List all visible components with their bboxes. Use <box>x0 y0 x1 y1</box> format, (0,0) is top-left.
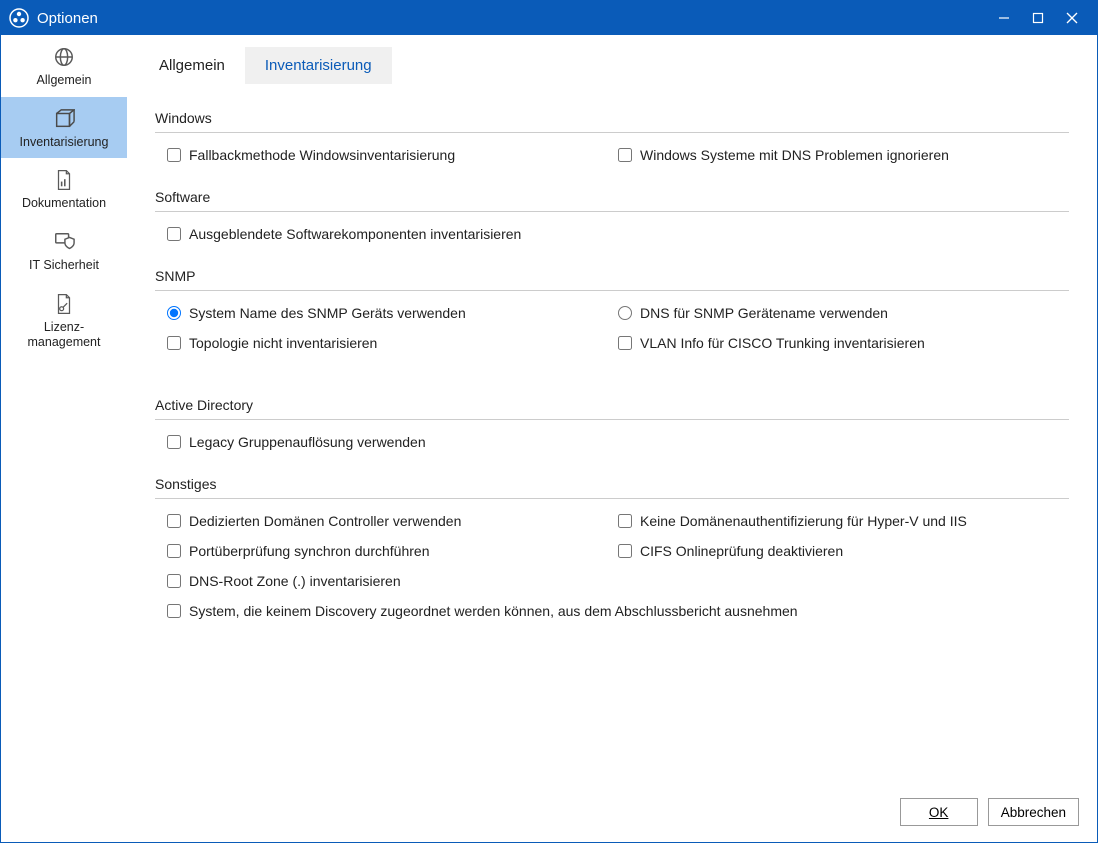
globe-icon <box>52 45 76 69</box>
checkbox-fallback-windows[interactable]: Fallbackmethode Windowsinventarisierung <box>167 147 455 163</box>
inventory-icon <box>52 107 76 131</box>
sidebar-item-allgemein[interactable]: Allgemein <box>1 35 127 97</box>
checkbox-dedicated-dc[interactable]: Dedizierten Domänen Controller verwenden <box>167 513 461 529</box>
tabs: Allgemein Inventarisierung <box>127 35 1097 84</box>
tab-allgemein[interactable]: Allgemein <box>139 47 245 84</box>
window-title: Optionen <box>37 10 987 27</box>
document-icon <box>52 168 76 192</box>
checkbox-port-check-sync[interactable]: Portüberprüfung synchron durchführen <box>167 543 429 559</box>
ok-button[interactable]: OK <box>900 798 978 826</box>
sidebar-item-label: IT Sicherheit <box>29 258 99 274</box>
checkbox-no-domain-auth-hyperv-iis[interactable]: Keine Domänenauthentifizierung für Hyper… <box>618 513 967 529</box>
sidebar-item-label: Inventarisierung <box>20 135 109 151</box>
app-icon <box>9 8 29 28</box>
sidebar-item-label: Dokumentation <box>22 196 106 212</box>
section-snmp: SNMP System Name des SNMP Geräts verwend… <box>155 268 1069 351</box>
checkbox-legacy-groups[interactable]: Legacy Gruppenauflösung verwenden <box>167 434 426 450</box>
section-title: Software <box>155 189 1069 212</box>
checkbox-label: Legacy Gruppenauflösung verwenden <box>189 434 426 450</box>
maximize-button[interactable] <box>1021 1 1055 35</box>
section-windows: Windows Fallbackmethode Windowsinventari… <box>155 110 1069 163</box>
cancel-button[interactable]: Abbrechen <box>988 798 1079 826</box>
settings-panel: Windows Fallbackmethode Windowsinventari… <box>127 84 1097 786</box>
checkbox-label: Dedizierten Domänen Controller verwenden <box>189 513 461 529</box>
section-software: Software Ausgeblendete Softwarekomponent… <box>155 189 1069 242</box>
checkbox-exclude-undiscovered[interactable]: System, die keinem Discovery zugeordnet … <box>167 603 798 619</box>
section-title: Sonstiges <box>155 476 1069 499</box>
checkbox-windows-dns-ignore[interactable]: Windows Systeme mit DNS Problemen ignori… <box>618 147 949 163</box>
sidebar-item-lizenzmanagement[interactable]: Lizenz- management <box>1 282 127 359</box>
section-title: Windows <box>155 110 1069 133</box>
radio-label: DNS für SNMP Gerätename verwenden <box>640 305 888 321</box>
minimize-button[interactable] <box>987 1 1021 35</box>
checkbox-hidden-software[interactable]: Ausgeblendete Softwarekomponenten invent… <box>167 226 521 242</box>
section-sonstiges: Sonstiges Dedizierten Domänen Controller… <box>155 476 1069 619</box>
checkbox-label: System, die keinem Discovery zugeordnet … <box>189 603 798 619</box>
checkbox-label: DNS-Root Zone (.) inventarisieren <box>189 573 401 589</box>
shield-icon <box>52 230 76 254</box>
checkbox-topology[interactable]: Topologie nicht inventarisieren <box>167 335 377 351</box>
license-icon <box>52 292 76 316</box>
titlebar: Optionen <box>1 1 1097 35</box>
section-title: SNMP <box>155 268 1069 291</box>
radio-snmp-dnsname[interactable]: DNS für SNMP Gerätename verwenden <box>618 305 888 321</box>
sidebar: Allgemein Inventarisierung Dokumentation… <box>1 35 127 842</box>
checkbox-dns-root-zone[interactable]: DNS-Root Zone (.) inventarisieren <box>167 573 401 589</box>
sidebar-item-dokumentation[interactable]: Dokumentation <box>1 158 127 220</box>
checkbox-label: Portüberprüfung synchron durchführen <box>189 543 429 559</box>
checkbox-label: Ausgeblendete Softwarekomponenten invent… <box>189 226 521 242</box>
sidebar-item-it-sicherheit[interactable]: IT Sicherheit <box>1 220 127 282</box>
sidebar-item-label: Lizenz- management <box>28 320 101 351</box>
main: Allgemein Inventarisierung Dokumentation… <box>1 35 1097 842</box>
checkbox-label: Topologie nicht inventarisieren <box>189 335 377 351</box>
checkbox-label: Fallbackmethode Windowsinventarisierung <box>189 147 455 163</box>
checkbox-cifs-disable[interactable]: CIFS Onlineprüfung deaktivieren <box>618 543 843 559</box>
checkbox-label: VLAN Info für CISCO Trunking inventarisi… <box>640 335 925 351</box>
sidebar-item-label: Allgemein <box>37 73 92 89</box>
tab-inventarisierung[interactable]: Inventarisierung <box>245 47 392 84</box>
checkbox-vlan-cisco[interactable]: VLAN Info für CISCO Trunking inventarisi… <box>618 335 925 351</box>
footer: OK Abbrechen <box>127 786 1097 842</box>
window-controls <box>987 1 1089 35</box>
checkbox-label: Keine Domänenauthentifizierung für Hyper… <box>640 513 967 529</box>
sidebar-item-inventarisierung[interactable]: Inventarisierung <box>1 97 127 159</box>
close-button[interactable] <box>1055 1 1089 35</box>
content: Allgemein Inventarisierung Windows Fallb… <box>127 35 1097 842</box>
radio-snmp-sysname[interactable]: System Name des SNMP Geräts verwenden <box>167 305 466 321</box>
section-title: Active Directory <box>155 397 1069 420</box>
radio-label: System Name des SNMP Geräts verwenden <box>189 305 466 321</box>
checkbox-label: CIFS Onlineprüfung deaktivieren <box>640 543 843 559</box>
checkbox-label: Windows Systeme mit DNS Problemen ignori… <box>640 147 949 163</box>
section-active-directory: Active Directory Legacy Gruppenauflösung… <box>155 397 1069 450</box>
